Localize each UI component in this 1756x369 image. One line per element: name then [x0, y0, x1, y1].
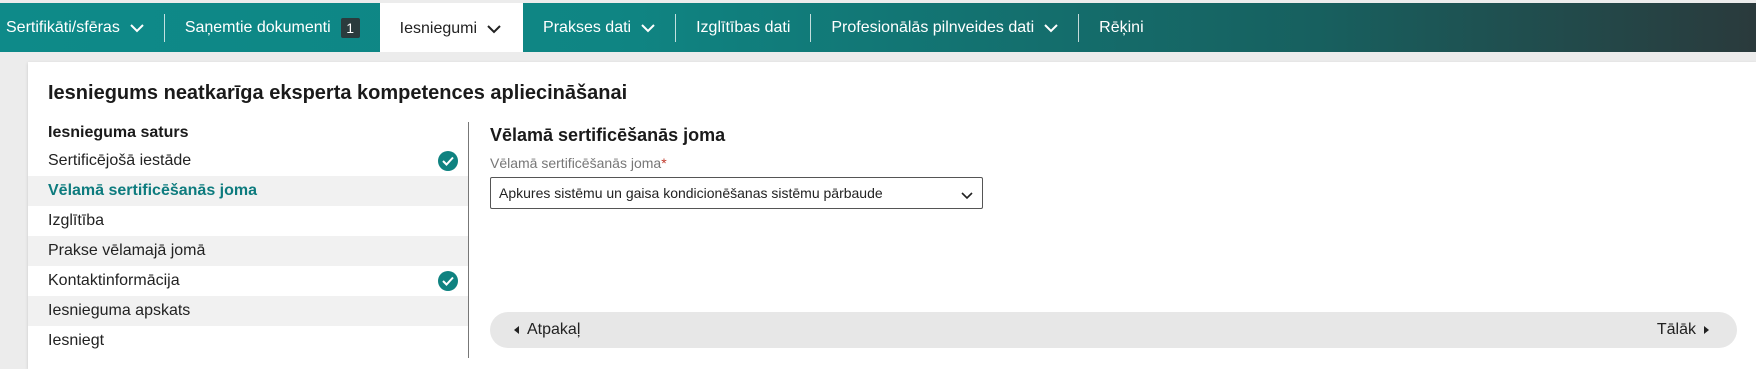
field-select[interactable]: Apkures sistēmu un gaisa kondicionēšanas…	[490, 177, 983, 209]
chevron-down-icon	[130, 23, 144, 33]
nav-item-professional-development[interactable]: Profesionālās pilnveides dati	[811, 3, 1078, 52]
step-contact-info[interactable]: Kontaktinformācija	[28, 266, 468, 296]
steps-sidebar: Iesnieguma saturs Sertificējošā iestāde …	[28, 122, 469, 358]
step-education[interactable]: Izglītība	[28, 206, 468, 236]
nav-item-education-data[interactable]: Izglītības dati	[676, 3, 810, 52]
back-button-label: Atpakaļ	[527, 321, 581, 338]
top-navigation: Sertifikāti/sfēras Saņemtie dokumenti 1 …	[0, 3, 1756, 52]
wizard-navigation: Atpakaļ Tālāk	[490, 312, 1737, 348]
section-title: Vēlamā sertificēšanās joma	[490, 125, 726, 145]
page-title: Iesniegums neatkarīga eksperta kompetenc…	[48, 82, 628, 104]
application-card: Iesniegums neatkarīga eksperta kompetenc…	[28, 62, 1756, 369]
nav-item-label: Saņemtie dokumenti	[184, 18, 331, 36]
nav-item-practice-data[interactable]: Prakses dati	[523, 3, 675, 52]
required-marker: *	[661, 155, 667, 171]
chevron-down-icon	[960, 188, 974, 204]
next-button-label: Tālāk	[1656, 321, 1696, 338]
sidebar-heading: Iesnieguma saturs	[48, 124, 189, 141]
field-label: Vēlamā sertificēšanās joma*	[490, 155, 667, 171]
step-practice[interactable]: Prakse vēlamajā jomā	[28, 236, 468, 266]
step-submit[interactable]: Iesniegt	[28, 326, 468, 356]
steps-list: Sertificējošā iestāde Vēlamā sertificēša…	[28, 146, 468, 356]
step-review[interactable]: Iesnieguma apskats	[28, 296, 468, 326]
chevron-down-icon	[641, 23, 655, 33]
step-label: Kontaktinformācija	[48, 272, 180, 289]
caret-left-icon	[514, 326, 519, 334]
chevron-down-icon	[487, 24, 501, 34]
nav-item-label: Iesniegumi	[399, 20, 478, 37]
back-button[interactable]: Atpakaļ	[514, 321, 580, 339]
chevron-down-icon	[1044, 23, 1058, 33]
caret-right-icon	[1704, 326, 1709, 334]
step-label: Prakse vēlamajā jomā	[48, 242, 206, 259]
nav-item-label: Profesionālās pilnveides dati	[831, 18, 1035, 36]
step-label: Izglītība	[48, 212, 105, 229]
nav-item-certificates[interactable]: Sertifikāti/sfēras	[0, 3, 164, 52]
nav-item-label: Sertifikāti/sfēras	[6, 18, 120, 36]
step-label: Sertificējošā iestāde	[48, 152, 192, 169]
check-circle-icon	[438, 151, 458, 171]
field-label-text: Vēlamā sertificēšanās joma	[490, 155, 662, 171]
nav-item-label: Prakses dati	[543, 18, 632, 36]
nav-item-received-documents[interactable]: Saņemtie dokumenti 1	[165, 3, 380, 52]
step-label: Vēlamā sertificēšanās joma	[48, 182, 258, 199]
next-button[interactable]: Tālāk	[1657, 321, 1709, 339]
check-circle-icon	[438, 271, 458, 291]
nav-item-applications[interactable]: Iesniegumi	[379, 3, 524, 52]
step-desired-field[interactable]: Vēlamā sertificēšanās joma	[28, 176, 468, 206]
nav-item-label: Rēķini	[1099, 18, 1144, 36]
step-label: Iesnieguma apskats	[48, 302, 191, 319]
nav-item-label: Izglītības dati	[696, 18, 791, 36]
count-badge: 1	[340, 17, 360, 38]
nav-item-invoices[interactable]: Rēķini	[1079, 3, 1163, 52]
step-label: Iesniegt	[48, 332, 105, 349]
step-certifying-body[interactable]: Sertificējošā iestāde	[28, 146, 468, 176]
select-value: Apkures sistēmu un gaisa kondicionēšanas…	[499, 185, 883, 201]
